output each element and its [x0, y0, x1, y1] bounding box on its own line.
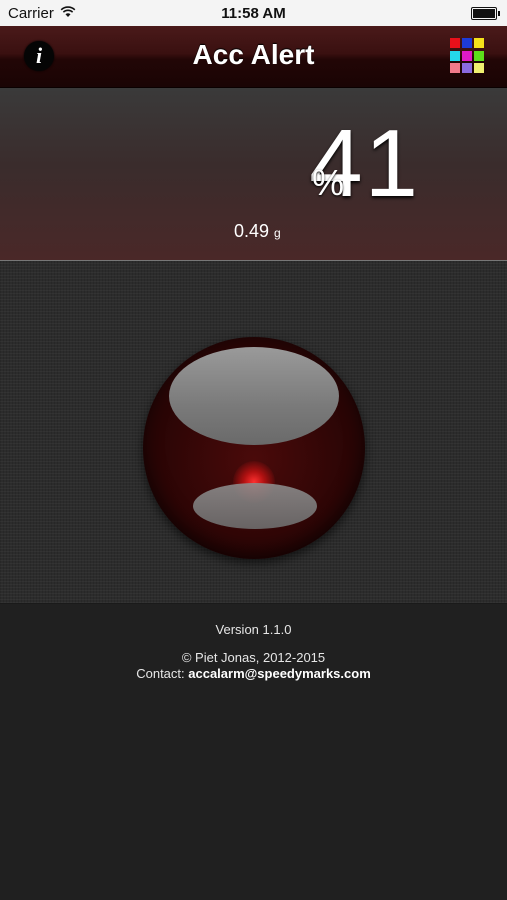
- color-swatch: [474, 63, 484, 74]
- contact-label: Contact:: [136, 666, 189, 681]
- nav-bar: i Acc Alert: [0, 26, 507, 88]
- contact-email-link[interactable]: accalarm@speedymarks.com: [188, 666, 371, 681]
- status-bar: Carrier 11:58 AM: [0, 0, 507, 26]
- color-swatch: [450, 50, 460, 61]
- level-area: [0, 261, 507, 604]
- color-swatch: [474, 38, 484, 48]
- g-force-value: 0.49: [234, 221, 270, 241]
- contact-line: Contact: accalarm@speedymarks.com: [0, 666, 507, 681]
- version-label: Version 1.1.0: [215, 622, 292, 637]
- color-picker-button[interactable]: [450, 38, 486, 74]
- color-swatch: [450, 38, 460, 48]
- color-swatch: [450, 63, 460, 74]
- percent-unit: %: [312, 162, 345, 203]
- color-swatch: [474, 50, 484, 61]
- battery-icon: [471, 7, 500, 20]
- page-title: Acc Alert: [192, 39, 315, 70]
- reading-panel: 41 % 0.49 g: [0, 88, 507, 261]
- status-time: 11:58 AM: [221, 5, 286, 22]
- sphere-highlight-top: [169, 347, 339, 445]
- g-force-unit: g: [274, 226, 281, 240]
- level-sphere[interactable]: [143, 337, 365, 559]
- g-force-readout: 0.49 g: [234, 221, 281, 242]
- color-swatch: [462, 63, 472, 74]
- percent-value: 41: [309, 110, 420, 217]
- color-swatch: [462, 50, 472, 61]
- sphere-highlight-bottom: [193, 483, 317, 529]
- copyright-label: © Piet Jonas, 2012-2015: [181, 650, 326, 665]
- color-swatch: [462, 38, 472, 48]
- battery-level: [473, 9, 495, 18]
